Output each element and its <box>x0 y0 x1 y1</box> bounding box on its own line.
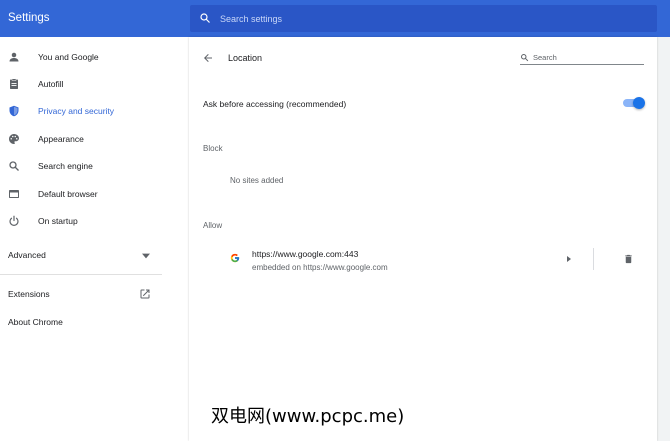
allowed-site-url: https://www.google.com:443 <box>252 249 359 259</box>
page-title: Location <box>228 53 263 63</box>
sidebar-item-default-browser[interactable]: Default browser <box>0 184 180 204</box>
row-divider <box>593 248 594 270</box>
watermark-text: 双电网(www.pcpc.me) <box>211 406 405 427</box>
sidebar-advanced-toggle[interactable]: Advanced <box>8 250 156 260</box>
location-settings-panel: Location Ask before accessing (recommend… <box>189 37 657 441</box>
power-icon <box>9 215 19 226</box>
top-bar: Settings <box>0 0 670 37</box>
sidebar-item-label: On startup <box>38 216 78 226</box>
delete-trash-icon[interactable] <box>623 253 634 265</box>
sidebar-item-label: You and Google <box>38 52 99 62</box>
sidebar: You and Google Autofill Privacy and secu… <box>0 37 189 441</box>
toggle-knob <box>633 97 645 109</box>
search-icon <box>9 161 19 171</box>
person-icon <box>9 52 19 62</box>
allowed-site-row[interactable]: https://www.google.com:443 embedded on h… <box>189 244 657 276</box>
open-external-icon <box>140 289 150 299</box>
sidebar-item-label: Autofill <box>38 79 64 89</box>
advanced-label: Advanced <box>8 250 46 260</box>
app-title: Settings <box>8 12 50 24</box>
caret-down-icon <box>142 253 150 259</box>
sidebar-item-you-and-google[interactable]: You and Google <box>0 47 180 67</box>
location-search-input[interactable] <box>533 51 641 63</box>
sidebar-item-appearance[interactable]: Appearance <box>0 129 180 149</box>
ask-before-accessing-toggle[interactable] <box>623 97 645 109</box>
sidebar-item-label: Search engine <box>38 161 93 171</box>
block-empty-message: No sites added <box>230 176 284 185</box>
block-section-heading: Block <box>203 144 223 153</box>
sidebar-item-search-engine[interactable]: Search engine <box>0 156 180 176</box>
sidebar-divider <box>0 274 162 275</box>
sidebar-item-on-startup[interactable]: On startup <box>0 211 180 231</box>
search-icon <box>521 54 529 62</box>
ask-before-accessing-label: Ask before accessing (recommended) <box>203 99 347 109</box>
sidebar-item-label: Privacy and security <box>38 106 115 116</box>
sidebar-item-privacy-and-security[interactable]: Privacy and security <box>0 101 180 121</box>
extensions-label: Extensions <box>8 289 50 299</box>
browser-icon <box>9 190 19 198</box>
sidebar-item-autofill[interactable]: Autofill <box>0 74 180 94</box>
sidebar-item-about-chrome[interactable]: About Chrome <box>8 317 63 327</box>
palette-icon <box>9 134 19 144</box>
sidebar-item-extensions[interactable]: Extensions <box>8 289 156 299</box>
allowed-site-embedded-on: embedded on https://www.google.com <box>252 263 388 272</box>
settings-search-bar[interactable] <box>190 5 657 32</box>
google-g-icon <box>230 253 240 263</box>
clipboard-icon <box>10 78 18 89</box>
sidebar-item-label: Appearance <box>38 134 84 144</box>
back-arrow-icon[interactable] <box>202 52 214 64</box>
shield-icon <box>9 105 19 117</box>
location-search-box[interactable] <box>520 51 644 65</box>
allow-section-heading: Allow <box>203 221 223 230</box>
sidebar-item-label: Default browser <box>38 189 98 199</box>
search-icon <box>200 13 210 23</box>
settings-search-input[interactable] <box>220 10 640 27</box>
site-details-arrow-icon[interactable] <box>565 255 573 263</box>
